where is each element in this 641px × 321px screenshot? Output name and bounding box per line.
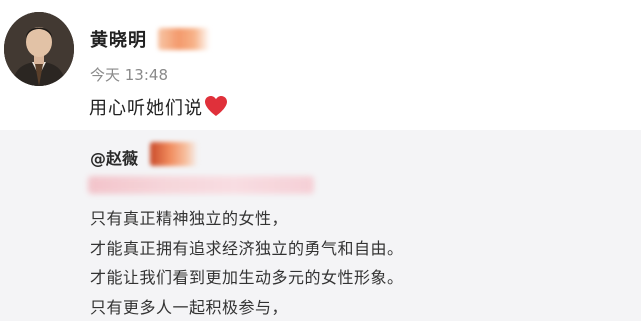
mention-link[interactable]: @赵薇 — [90, 145, 138, 169]
post-timestamp[interactable]: 今天 13:48 — [90, 64, 168, 85]
repost-line: 只有更多人一起积极参与， — [90, 298, 289, 317]
post-text: 用心听她们说 — [89, 94, 228, 122]
heart-icon — [204, 95, 228, 122]
verified-badge-blurred — [158, 28, 210, 50]
repost-line: 才能让我们看到更加生动多元的女性形象。 — [90, 268, 404, 287]
mention-badge-blurred — [150, 142, 198, 166]
post-text-content: 用心听她们说 — [89, 98, 203, 119]
repost-line: 只有真正精神独立的女性， — [90, 209, 289, 228]
avatar[interactable] — [4, 12, 74, 86]
topic-tag-blurred — [88, 176, 314, 194]
post-header: 黄晓明 今天 13:48 用心听她们说 — [0, 0, 641, 130]
repost-card[interactable]: @赵薇 只有真正精神独立的女性， 才能真正拥有追求经济独立的勇气和自由。 才能让… — [0, 130, 641, 321]
author-name[interactable]: 黄晓明 — [90, 26, 147, 52]
repost-line: 才能真正拥有追求经济独立的勇气和自由。 — [90, 239, 404, 258]
